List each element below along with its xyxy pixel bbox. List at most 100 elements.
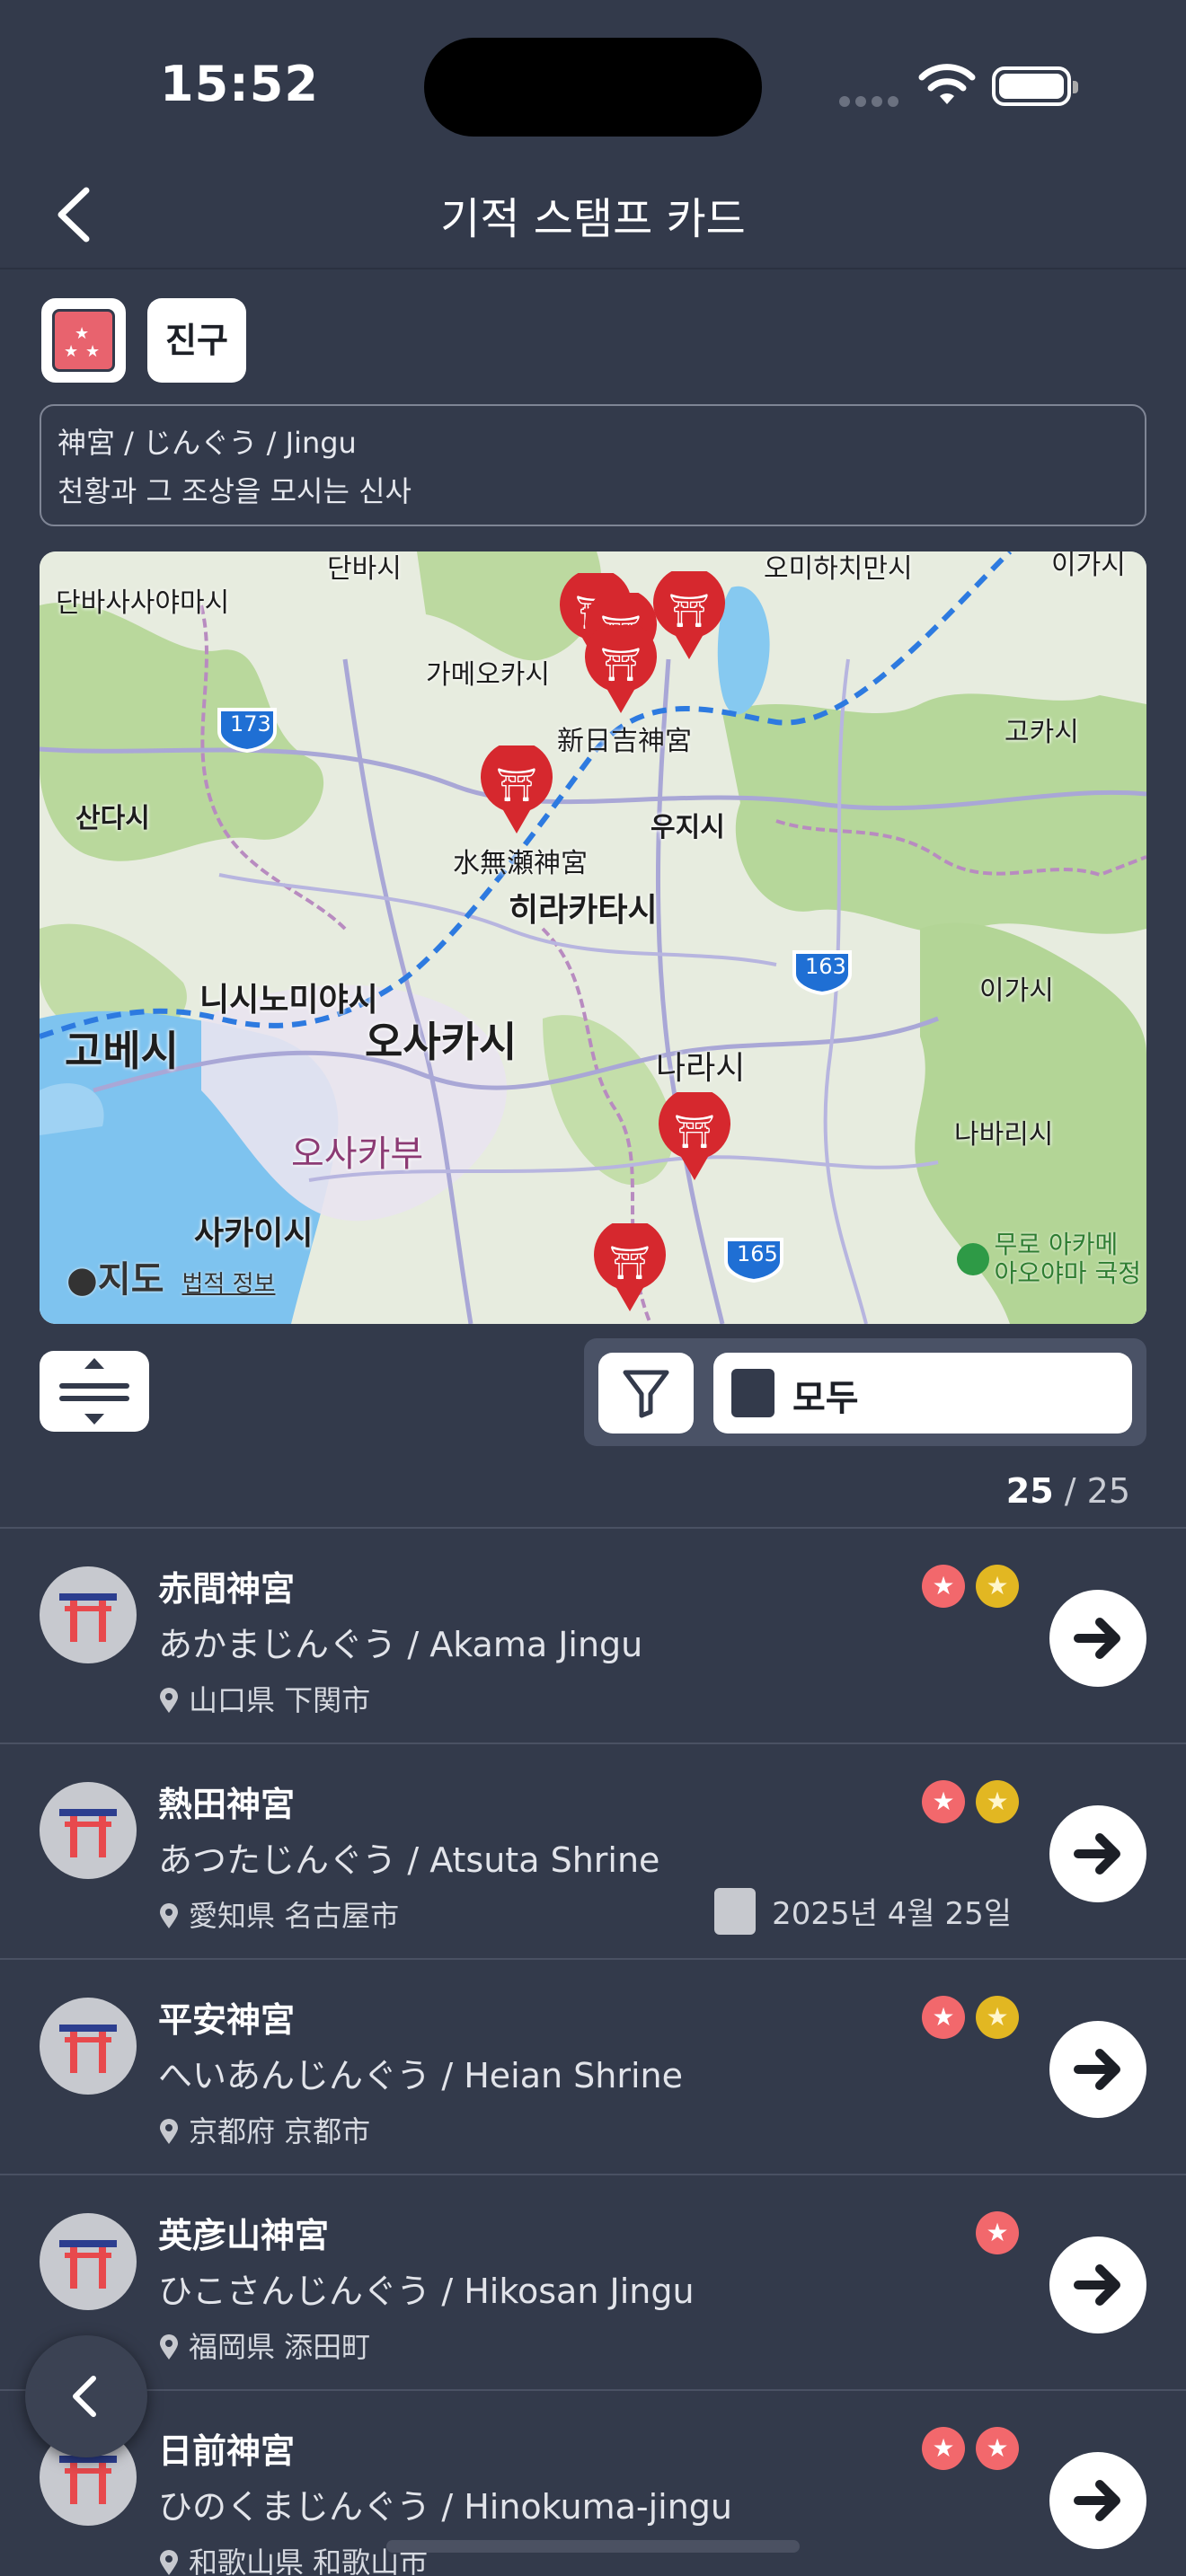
filter-button[interactable] xyxy=(598,1353,694,1434)
description-line-1: 神宮 / じんぐう / Jingu xyxy=(58,426,357,460)
map-attribution: ●지도 법적 정보 xyxy=(66,1250,275,1302)
arrow-right-icon[interactable] xyxy=(1049,2236,1146,2333)
map-label-osaka-pref: 오사카부 xyxy=(291,1134,424,1175)
stamp-badges: ★ ★ xyxy=(911,1996,1019,2039)
route-165-label: 165 xyxy=(737,1241,778,1266)
cellular-signal-icon xyxy=(839,93,904,110)
person-badge-icon xyxy=(714,1888,757,1935)
legal-link[interactable]: 법적 정보 xyxy=(182,1271,276,1298)
map-label-nabari: 나바리시 xyxy=(954,1119,1054,1151)
map-label-iga: 이가시 xyxy=(979,975,1054,1007)
person-badge-icon xyxy=(731,1369,774,1417)
chevron-left-icon xyxy=(73,2376,96,2417)
category-filter-chip[interactable]: 진구 xyxy=(147,298,246,383)
arrow-right-icon[interactable] xyxy=(1049,1805,1146,1902)
star-badge-icon: ★ xyxy=(922,1565,965,1608)
map-label-osaka-city: 오사카시 xyxy=(365,1018,518,1066)
map-label-nishinomiya: 니시노미야시 xyxy=(199,982,378,1019)
shrine-reading: あつたじんぐう / Atsuta Shrine xyxy=(158,1840,660,1880)
floating-back-button[interactable] xyxy=(25,2335,147,2457)
battery-icon xyxy=(992,66,1078,106)
map-label-koka: 고카시 xyxy=(1005,717,1079,748)
svg-text:⛩: ⛩ xyxy=(600,647,642,684)
filter-group: 모두 xyxy=(584,1338,1146,1446)
park-label: 무로 아카메 아오야마 국정 xyxy=(956,1231,1141,1288)
map-label-kobe: 고베시 xyxy=(65,1027,179,1075)
wifi-icon xyxy=(918,64,976,104)
status-bar: 15:52 xyxy=(0,0,1186,162)
shrine-reading: ひのくまじんぐう / Hinokuma-jingu xyxy=(158,2487,733,2527)
count-shown: 25 xyxy=(1005,1471,1054,1511)
list-item[interactable]: 平安神宮 へいあんじんぐう / Heian Shrine 京都府 京都市 ★ ★ xyxy=(0,1958,1186,2174)
shrine-location: 山口県 下関市 xyxy=(158,1678,370,1719)
shrine-map-pin[interactable]: ⛩ xyxy=(478,745,555,835)
owner-filter-select[interactable]: 모두 xyxy=(713,1353,1132,1434)
shrine-name: 平安神宮 xyxy=(158,2000,296,2040)
star-badge-icon: ★ xyxy=(922,1996,965,2039)
sort-button[interactable] xyxy=(40,1351,149,1432)
torii-icon xyxy=(40,1998,137,2095)
map-label-kameoka: 가메오카시 xyxy=(426,659,550,691)
location-pin-icon xyxy=(160,1688,178,1713)
list-item[interactable]: 赤間神宮 あかまじんぐう / Akama Jingu 山口県 下関市 ★ ★ xyxy=(0,1527,1186,1742)
visit-date: 2025년 4월 25일 xyxy=(714,1888,1012,1935)
home-indicator xyxy=(386,2540,800,2553)
shrine-map-pin[interactable]: ⛩ xyxy=(656,1092,733,1182)
location-pin-icon xyxy=(160,1903,178,1928)
arrow-right-icon[interactable] xyxy=(1049,1590,1146,1687)
shrine-reading: ひこさんじんぐう / Hikosan Jingu xyxy=(158,2272,695,2311)
stamp-badges: ★ ★ xyxy=(911,2427,1019,2470)
torii-icon xyxy=(40,1566,137,1663)
shrine-location: 京都府 京都市 xyxy=(158,2109,370,2150)
shrine-name: 熱田神宮 xyxy=(158,1785,296,1824)
category-description: 神宮 / じんぐう / Jingu 천황과 그 조상을 모시는 신사 xyxy=(40,404,1146,526)
svg-text:⛩: ⛩ xyxy=(609,1245,651,1282)
maps-brand: 지도 xyxy=(97,1259,164,1301)
owner-filter-label: 모두 xyxy=(792,1378,859,1419)
svg-text:⛩: ⛩ xyxy=(674,1114,715,1151)
map-label-shinhiyoshi: 新日吉神宮 xyxy=(557,726,692,757)
arrow-right-icon[interactable] xyxy=(1049,2452,1146,2549)
svg-text:⛩: ⛩ xyxy=(668,593,710,630)
map-label-uji: 우지시 xyxy=(651,812,725,843)
shrine-map-pin[interactable]: ⛩ xyxy=(591,1223,668,1313)
star-badge-icon: ★ xyxy=(922,1780,965,1823)
navigation-bar: 기적 스탬프 카드 xyxy=(0,162,1186,269)
stamp-badges: ★ ★ xyxy=(911,1565,1019,1608)
filter-icon xyxy=(623,1370,669,1418)
stamp-badges: ★ ★ xyxy=(911,1780,1019,1823)
map-label-sakai: 사카이시 xyxy=(194,1215,314,1252)
svg-text:⛩: ⛩ xyxy=(496,767,537,804)
stamp-card-icon[interactable]: ★ ★ ★ xyxy=(41,298,126,383)
star-badge-icon: ★ xyxy=(976,1565,1019,1608)
apple-logo-icon: ● xyxy=(66,1259,98,1301)
shrine-list: 赤間神宮 あかまじんぐう / Akama Jingu 山口県 下関市 ★ ★ 熱田… xyxy=(0,1527,1186,2576)
count-total: 25 xyxy=(1086,1471,1130,1511)
route-173-label: 173 xyxy=(230,711,271,737)
status-time: 15:52 xyxy=(160,56,319,112)
description-line-2: 천황과 그 조상을 모시는 신사 xyxy=(58,474,412,508)
list-item[interactable]: 英彦山神宮 ひこさんじんぐう / Hikosan Jingu 福岡県 添田町 ★ xyxy=(0,2174,1186,2389)
result-count: 25 / 25 xyxy=(1005,1471,1130,1511)
list-item[interactable]: 熱田神宮 あつたじんぐう / Atsuta Shrine 愛知県 名古屋市 20… xyxy=(0,1742,1186,1958)
shrine-reading: へいあんじんぐう / Heian Shrine xyxy=(158,2056,684,2095)
location-pin-icon xyxy=(160,2550,178,2575)
shrine-map-pin[interactable]: ⛩ xyxy=(582,625,659,715)
map-label-tanba: 단바시 xyxy=(327,553,402,585)
star-badge-icon: ★ xyxy=(922,2427,965,2470)
location-pin-icon xyxy=(160,2334,178,2360)
sort-icon xyxy=(59,1358,129,1425)
star-badge-icon: ★ xyxy=(976,1780,1019,1823)
arrow-right-icon[interactable] xyxy=(1049,2021,1146,2118)
map-label-omihachiman: 오미하치만시 xyxy=(764,553,913,585)
map-label-minase: 水無瀬神宮 xyxy=(453,848,588,879)
map-label-sanda: 산다시 xyxy=(75,803,150,834)
map-view[interactable]: 173 163 165 단바사사야마시 단바시 가메오카시 오미하치만시 이가시… xyxy=(40,551,1146,1324)
map-label-tanba-sasayama: 단바사사야마시 xyxy=(56,587,230,619)
shrine-name: 日前神宮 xyxy=(158,2431,296,2471)
shrine-map-pin[interactable]: ⛩ xyxy=(651,571,728,661)
shrine-reading: あかまじんぐう / Akama Jingu xyxy=(158,1625,643,1664)
route-163-label: 163 xyxy=(805,954,846,979)
shrine-location: 愛知県 名古屋市 xyxy=(158,1893,399,1935)
tree-icon xyxy=(956,1243,989,1275)
